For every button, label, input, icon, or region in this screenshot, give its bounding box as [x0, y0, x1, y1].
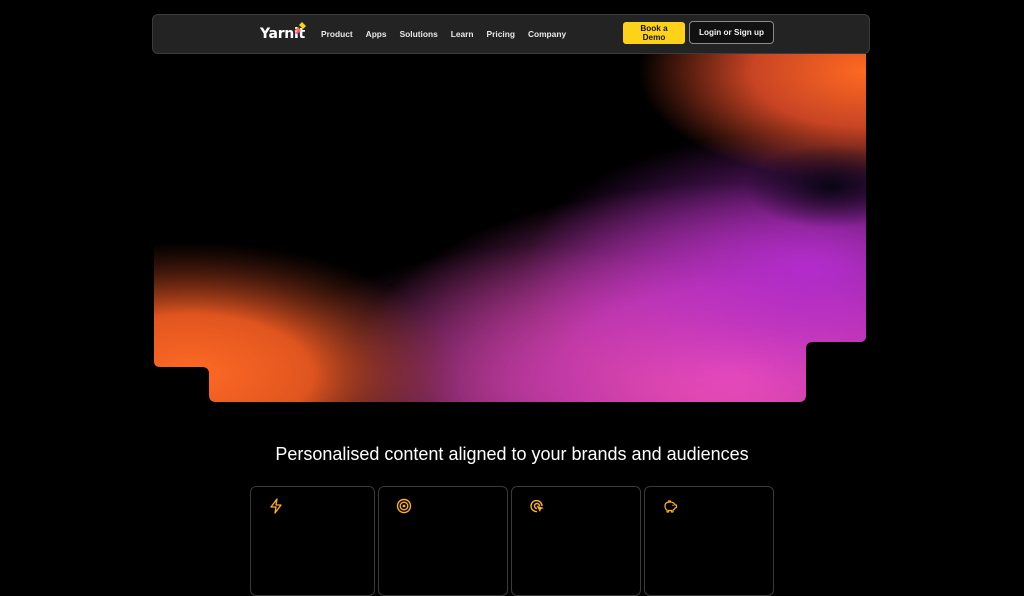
nav-links: Product Apps Solutions Learn Pricing Com… [321, 15, 579, 53]
logo-mark-icon [294, 22, 306, 34]
cursor-click-icon [530, 499, 544, 513]
nav-solutions[interactable]: Solutions [400, 29, 438, 39]
feature-card-4[interactable] [644, 486, 774, 596]
feature-card-2[interactable] [378, 486, 508, 596]
login-signup-button[interactable]: Login or Sign up [689, 21, 774, 44]
nav-apps[interactable]: Apps [366, 29, 387, 39]
nav-pricing[interactable]: Pricing [487, 29, 515, 39]
nav-learn[interactable]: Learn [451, 29, 474, 39]
book-demo-button[interactable]: Book a Demo [623, 22, 685, 44]
lightning-icon [270, 498, 282, 514]
feature-card-3[interactable] [511, 486, 641, 596]
hero-gradient-shape [154, 54, 866, 402]
feature-cards [250, 486, 774, 596]
nav-product[interactable]: Product [321, 29, 353, 39]
target-icon [396, 498, 412, 514]
yarnit-logo[interactable]: Yarnit [260, 22, 306, 46]
nav-company[interactable]: Company [528, 29, 566, 39]
top-navbar: Yarnit Product Apps Solutions Learn Pric… [152, 14, 870, 54]
piggy-bank-icon [664, 500, 678, 513]
hero-banner [154, 54, 866, 402]
features-section-title: Personalised content aligned to your bra… [275, 444, 749, 464]
feature-card-1[interactable] [250, 486, 375, 596]
